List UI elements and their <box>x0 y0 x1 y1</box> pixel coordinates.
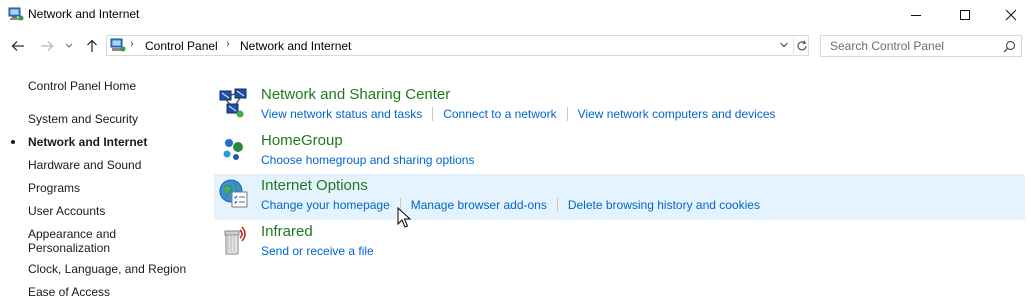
back-button[interactable] <box>8 37 28 55</box>
breadcrumb-separator: › <box>130 38 134 50</box>
network-sharing-links: View network status and tasks Connect to … <box>261 107 776 121</box>
active-indicator-icon <box>11 140 15 144</box>
link-divider <box>566 107 568 121</box>
up-button[interactable] <box>82 37 102 55</box>
send-receive-file-link[interactable]: Send or receive a file <box>261 244 374 258</box>
category-infrared: Infrared Send or receive a file <box>214 220 1025 266</box>
title-bar: Network and Internet <box>0 0 1030 30</box>
sidebar-item-ease-of-access[interactable]: Ease of Access <box>28 285 110 299</box>
homegroup-icon[interactable] <box>218 133 250 165</box>
manage-browser-addons-link[interactable]: Manage browser add-ons <box>411 198 547 212</box>
sidebar-item-user-accounts[interactable]: User Accounts <box>28 204 105 218</box>
sidebar-item-control-panel-home[interactable]: Control Panel Home <box>28 79 136 93</box>
network-sharing-icon[interactable] <box>218 87 250 119</box>
category-network-sharing-center: Network and Sharing Center View network … <box>214 83 1025 129</box>
maximize-button[interactable] <box>942 0 988 30</box>
link-divider <box>432 107 434 121</box>
address-bar[interactable]: › Control Panel › Network and Internet <box>106 35 809 56</box>
close-button[interactable] <box>988 0 1030 30</box>
sidebar-item-system-and-security[interactable]: System and Security <box>28 112 138 126</box>
breadcrumb-control-panel[interactable]: Control Panel <box>145 39 218 53</box>
forward-button[interactable] <box>37 37 57 55</box>
search-input[interactable] <box>821 36 1002 56</box>
mouse-pointer-icon <box>397 206 413 232</box>
minimize-button[interactable] <box>893 0 939 30</box>
breadcrumb-network-and-internet[interactable]: Network and Internet <box>240 39 351 53</box>
refresh-icon <box>797 40 807 51</box>
view-network-status-link[interactable]: View network status and tasks <box>261 107 422 121</box>
forward-arrow-icon <box>41 41 54 51</box>
search-box[interactable] <box>820 35 1022 57</box>
change-homepage-link[interactable]: Change your homepage <box>261 198 390 212</box>
window-title: Network and Internet <box>28 7 140 21</box>
connect-to-network-link[interactable]: Connect to a network <box>443 107 556 121</box>
search-icon[interactable] <box>1003 40 1016 56</box>
maximize-icon <box>960 10 970 20</box>
infrared-title[interactable]: Infrared <box>261 223 313 240</box>
control-panel-icon <box>110 38 126 56</box>
sidebar-item-programs[interactable]: Programs <box>28 181 80 195</box>
sidebar-item-hardware-and-sound[interactable]: Hardware and Sound <box>28 158 141 172</box>
breadcrumb-separator: › <box>226 38 230 50</box>
homegroup-title[interactable]: HomeGroup <box>261 132 343 149</box>
view-network-computers-link[interactable]: View network computers and devices <box>578 107 776 121</box>
sidebar-item-clock-language-region[interactable]: Clock, Language, and Region <box>28 262 186 276</box>
chevron-down-icon <box>780 42 788 48</box>
category-homegroup: HomeGroup Choose homegroup and sharing o… <box>214 129 1025 175</box>
recent-locations-button[interactable] <box>62 37 76 55</box>
close-icon <box>1005 9 1017 21</box>
infrared-links: Send or receive a file <box>261 244 374 258</box>
category-internet-options: Internet Options Change your homepage Man… <box>214 174 1025 220</box>
internet-options-links: Change your homepage Manage browser add-o… <box>261 198 760 212</box>
up-arrow-icon <box>87 39 97 52</box>
delete-browsing-history-link[interactable]: Delete browsing history and cookies <box>568 198 760 212</box>
sidebar-item-appearance-and-personalization[interactable]: Appearance and Personalization <box>28 227 138 255</box>
homegroup-links: Choose homegroup and sharing options <box>261 153 474 167</box>
infrared-icon[interactable] <box>218 224 250 256</box>
chevron-down-icon <box>65 43 73 48</box>
sidebar-item-network-and-internet[interactable]: Network and Internet <box>28 135 147 149</box>
address-dropdown-button[interactable] <box>779 39 789 54</box>
choose-homegroup-link[interactable]: Choose homegroup and sharing options <box>261 153 474 167</box>
network-sharing-center-title[interactable]: Network and Sharing Center <box>261 86 450 103</box>
refresh-button[interactable] <box>793 38 810 54</box>
link-divider <box>556 198 558 212</box>
network-folder-icon <box>8 6 24 25</box>
internet-options-title[interactable]: Internet Options <box>261 177 368 194</box>
back-arrow-icon <box>11 41 24 51</box>
internet-options-icon[interactable] <box>218 178 250 210</box>
minimize-icon <box>911 15 921 16</box>
